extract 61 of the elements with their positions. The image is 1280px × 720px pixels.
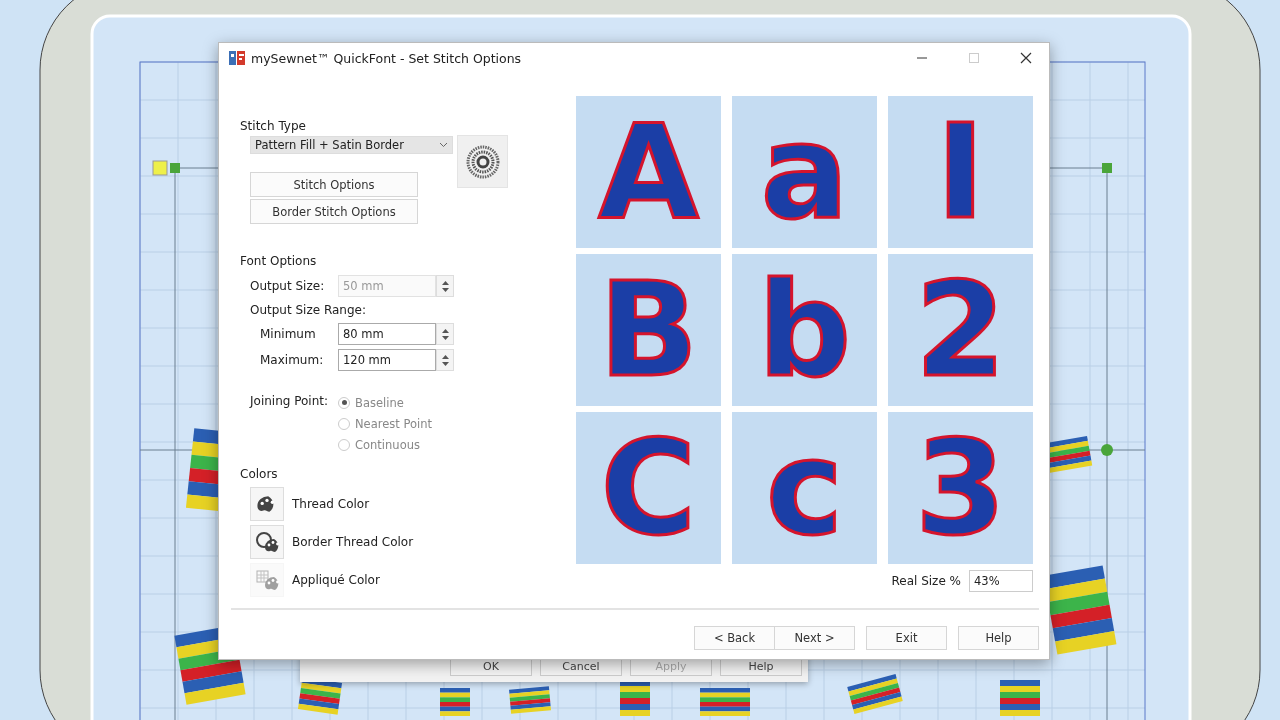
wizard-button[interactable]: < Back — [694, 626, 775, 650]
chevron-down-icon — [439, 142, 448, 148]
list-handle-icon[interactable] — [152, 160, 168, 176]
concentric-circles-icon — [465, 144, 500, 179]
rotate-handle[interactable] — [1101, 444, 1113, 456]
field-label: Output Size: — [250, 279, 326, 293]
maximum-field[interactable]: 120 mm — [338, 349, 436, 371]
window-title: mySewnet™ QuickFont - Set Stitch Options — [251, 50, 523, 66]
embroidered-letter: b — [757, 265, 852, 395]
wizard-button[interactable]: Next > — [774, 626, 855, 650]
field-label: Real Size % — [891, 574, 961, 588]
up-arrow-icon — [441, 354, 449, 359]
section-label: Font Options — [240, 254, 318, 268]
embroidered-shape-drawing — [440, 688, 470, 716]
embroidered-shape-drawing — [700, 688, 750, 716]
stitch-preview-button[interactable] — [457, 135, 508, 188]
embroidered-shape-drawing — [1000, 680, 1040, 716]
real-size-field[interactable]: 43% — [969, 570, 1033, 592]
color-button[interactable] — [250, 487, 284, 521]
color-label: Appliqué Color — [292, 573, 380, 587]
color-button[interactable] — [250, 525, 284, 559]
stitch-type-dropdown[interactable]: Pattern Fill + Satin Border — [250, 136, 453, 154]
embroidered-letter: B — [598, 265, 699, 395]
up-arrow-icon — [441, 280, 449, 285]
spin-button[interactable] — [436, 275, 454, 297]
app-logo-icon — [229, 50, 245, 66]
palette-icon — [255, 568, 279, 592]
wizard-button[interactable]: Help — [958, 626, 1039, 650]
minimum-field[interactable]: 80 mm — [338, 323, 436, 345]
color-label: Thread Color — [292, 497, 370, 511]
embroidered-shape-drawing — [620, 680, 650, 716]
close-icon — [1020, 52, 1032, 64]
embroidered-letter: A — [598, 107, 699, 237]
embroidered-shape-drawing — [509, 686, 551, 714]
embroidered-letter: c — [765, 423, 844, 553]
embroidered-letter: a — [760, 107, 849, 237]
down-arrow-icon — [441, 361, 449, 366]
embroidered-letter: 3 — [915, 423, 1006, 553]
down-arrow-icon — [441, 287, 449, 292]
section-label: Colors — [240, 467, 279, 481]
field-label: Output Size Range: — [250, 303, 367, 317]
color-label: Border Thread Color — [292, 535, 414, 549]
spin-button[interactable] — [436, 349, 454, 371]
resize-handle[interactable] — [1102, 163, 1112, 173]
field-label: Maximum: — [260, 353, 325, 367]
wizard-button[interactable]: Exit — [866, 626, 947, 650]
embroidered-letter: 2 — [915, 265, 1006, 395]
field-label: Joining Point: — [250, 393, 330, 408]
up-arrow-icon — [441, 328, 449, 333]
stitch-options-button[interactable]: Stitch Options — [250, 172, 418, 197]
resize-handle[interactable] — [170, 163, 180, 173]
palette-icon — [255, 530, 279, 554]
down-arrow-icon — [441, 335, 449, 340]
field-label: Minimum — [260, 327, 317, 341]
stitch-options-button[interactable]: Border Stitch Options — [250, 199, 418, 224]
embroidered-shape-drawing — [847, 674, 903, 714]
spin-button[interactable] — [436, 323, 454, 345]
section-label: Stitch Type — [240, 119, 307, 133]
embroidered-letter: C — [600, 423, 697, 553]
embroidered-letter: I — [936, 107, 985, 237]
maximize-icon — [969, 53, 979, 63]
